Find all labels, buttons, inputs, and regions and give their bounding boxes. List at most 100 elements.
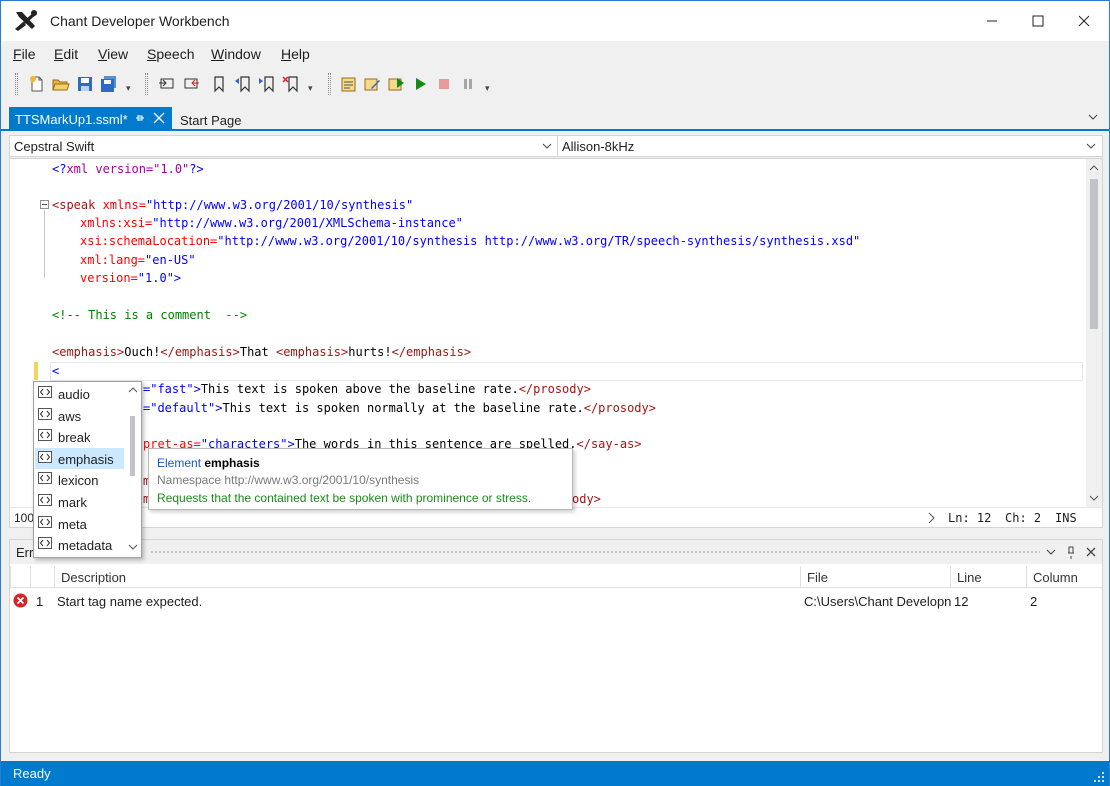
pin-icon[interactable]: [133, 111, 147, 125]
scroll-thumb[interactable]: [130, 416, 135, 476]
toggle-bookmark-button[interactable]: [208, 73, 230, 95]
scroll-up-icon[interactable]: [128, 386, 138, 394]
completion-item[interactable]: meta: [35, 513, 124, 534]
code-token: </emphasis>: [160, 345, 240, 359]
compile-icon: [341, 77, 356, 92]
element-tooltip: Element emphasis Namespace http://www.w3…: [148, 448, 573, 510]
scroll-thumb[interactable]: [1090, 179, 1098, 329]
previous-bookmark-button[interactable]: [232, 73, 254, 95]
completion-item[interactable]: lexicon: [35, 469, 124, 490]
tab-label: TTSMarkUp1.ssml*: [15, 112, 128, 127]
toolbar-overflow-icon[interactable]: ▾: [126, 83, 136, 95]
edit-lexicon-button[interactable]: [361, 73, 383, 95]
new-file-button[interactable]: [26, 73, 48, 95]
code-token: This text is spoken above the baseline r…: [200, 382, 519, 396]
menu-file[interactable]: File: [13, 46, 36, 62]
next-bookmark-button[interactable]: [256, 73, 278, 95]
voice-select[interactable]: Allison-8kHz: [558, 136, 1102, 156]
menu-speech[interactable]: Speech: [147, 46, 195, 62]
test-lexicon-button[interactable]: [385, 73, 407, 95]
menu-file-label: ile: [21, 46, 36, 62]
pause-button[interactable]: [457, 73, 479, 95]
tab-start-page[interactable]: Start Page: [172, 107, 252, 131]
save-button[interactable]: [74, 73, 96, 95]
code-token: That: [239, 345, 276, 359]
chevron-down-icon[interactable]: [1087, 111, 1099, 123]
menu-speech-key: S: [147, 46, 157, 62]
completion-scrollbar[interactable]: [124, 382, 141, 557]
close-icon[interactable]: [1084, 545, 1098, 559]
menu-edit-label: dit: [63, 46, 79, 62]
code-token: xml version="1.0": [66, 162, 190, 176]
completion-item[interactable]: audio: [35, 383, 124, 404]
code-token: >: [193, 382, 201, 396]
resize-grip-icon[interactable]: [1093, 771, 1105, 783]
minimize-button[interactable]: [969, 1, 1015, 41]
save-all-button[interactable]: [98, 73, 120, 95]
editor-vertical-scrollbar[interactable]: [1086, 159, 1102, 507]
code-line: <emphasis>Ouch!</emphasis>That <emphasis…: [52, 343, 471, 361]
title-bar: Chant Developer Workbench: [1, 1, 1109, 41]
speak-button[interactable]: [409, 73, 431, 95]
close-tab-icon[interactable]: [152, 111, 166, 125]
scroll-down-icon[interactable]: [1089, 493, 1099, 503]
completion-item-label: break: [58, 430, 91, 446]
completion-item-label: emphasis: [58, 451, 114, 467]
chevron-down-icon[interactable]: [1044, 545, 1058, 559]
code-token: ?>: [189, 162, 204, 176]
menu-view[interactable]: View: [98, 46, 128, 62]
column-header-line[interactable]: Line: [950, 566, 1026, 588]
code-token: xml:lang=: [80, 253, 146, 267]
chevron-right-icon[interactable]: [926, 512, 936, 524]
code-token: </emphasis>: [391, 345, 472, 359]
voice-select-value: Allison-8kHz: [562, 139, 635, 154]
clear-bookmarks-button[interactable]: [280, 73, 302, 95]
stop-button[interactable]: [433, 73, 455, 95]
column-header-description[interactable]: Description: [54, 566, 800, 588]
compile-button[interactable]: [337, 73, 359, 95]
toolbar-grip[interactable]: [15, 73, 18, 95]
toolbar-overflow-icon[interactable]: ▾: [485, 83, 495, 95]
menu-help-key: H: [281, 46, 292, 62]
scroll-up-icon[interactable]: [1089, 163, 1099, 173]
completion-list[interactable]: audio aws break emphasis lexicon mark meta meta…: [33, 381, 142, 558]
close-window-button[interactable]: [1061, 1, 1107, 41]
engine-select[interactable]: Cepstral Swift: [10, 136, 558, 156]
column-header-number[interactable]: [30, 566, 54, 588]
tab-ttsmarkup1[interactable]: TTSMarkUp1.ssml*: [9, 107, 172, 131]
column-header-column[interactable]: Column: [1026, 566, 1102, 588]
code-token: <: [52, 364, 60, 378]
panel-grip[interactable]: [150, 550, 1040, 555]
comment-button[interactable]: [156, 73, 178, 95]
completion-item[interactable]: aws: [35, 405, 124, 426]
code-token: <?: [52, 162, 67, 176]
pin-icon[interactable]: [1064, 545, 1078, 559]
open-file-button[interactable]: [50, 73, 72, 95]
column-header-label: File: [807, 570, 828, 585]
fold-toggle-icon[interactable]: [40, 200, 49, 209]
element-icon: [38, 537, 52, 550]
editor-status-bar: 100% Ln: 12 Ch: 2 INS: [10, 507, 1102, 527]
maximize-button[interactable]: [1015, 1, 1061, 41]
tools-icon: [15, 10, 37, 31]
menu-help[interactable]: Help: [281, 46, 310, 62]
column-header-icon[interactable]: [10, 566, 30, 588]
toolbar-grip[interactable]: [328, 73, 331, 95]
code-token: Ouch!: [124, 345, 161, 359]
menu-edit[interactable]: Edit: [54, 46, 78, 62]
scroll-down-icon[interactable]: [128, 543, 138, 551]
code-line: version="1.0">: [80, 269, 181, 287]
error-number: 1: [36, 594, 44, 609]
code-token: </say-as>: [576, 437, 642, 451]
completion-item[interactable]: mark: [35, 491, 124, 512]
code-token: xmlns:xsi=: [80, 216, 153, 230]
menu-window[interactable]: Window: [211, 46, 261, 62]
completion-item[interactable]: metadata: [35, 534, 124, 555]
completion-item[interactable]: emphasis: [35, 447, 124, 469]
toolbar-overflow-icon[interactable]: ▾: [308, 83, 318, 95]
column-header-file[interactable]: File: [800, 566, 950, 588]
uncomment-button[interactable]: [180, 73, 202, 95]
table-row[interactable]: 1 Start tag name expected. C:\Users\Chan…: [10, 592, 1102, 612]
completion-item[interactable]: break: [35, 426, 124, 447]
toolbar-grip[interactable]: [145, 73, 148, 95]
